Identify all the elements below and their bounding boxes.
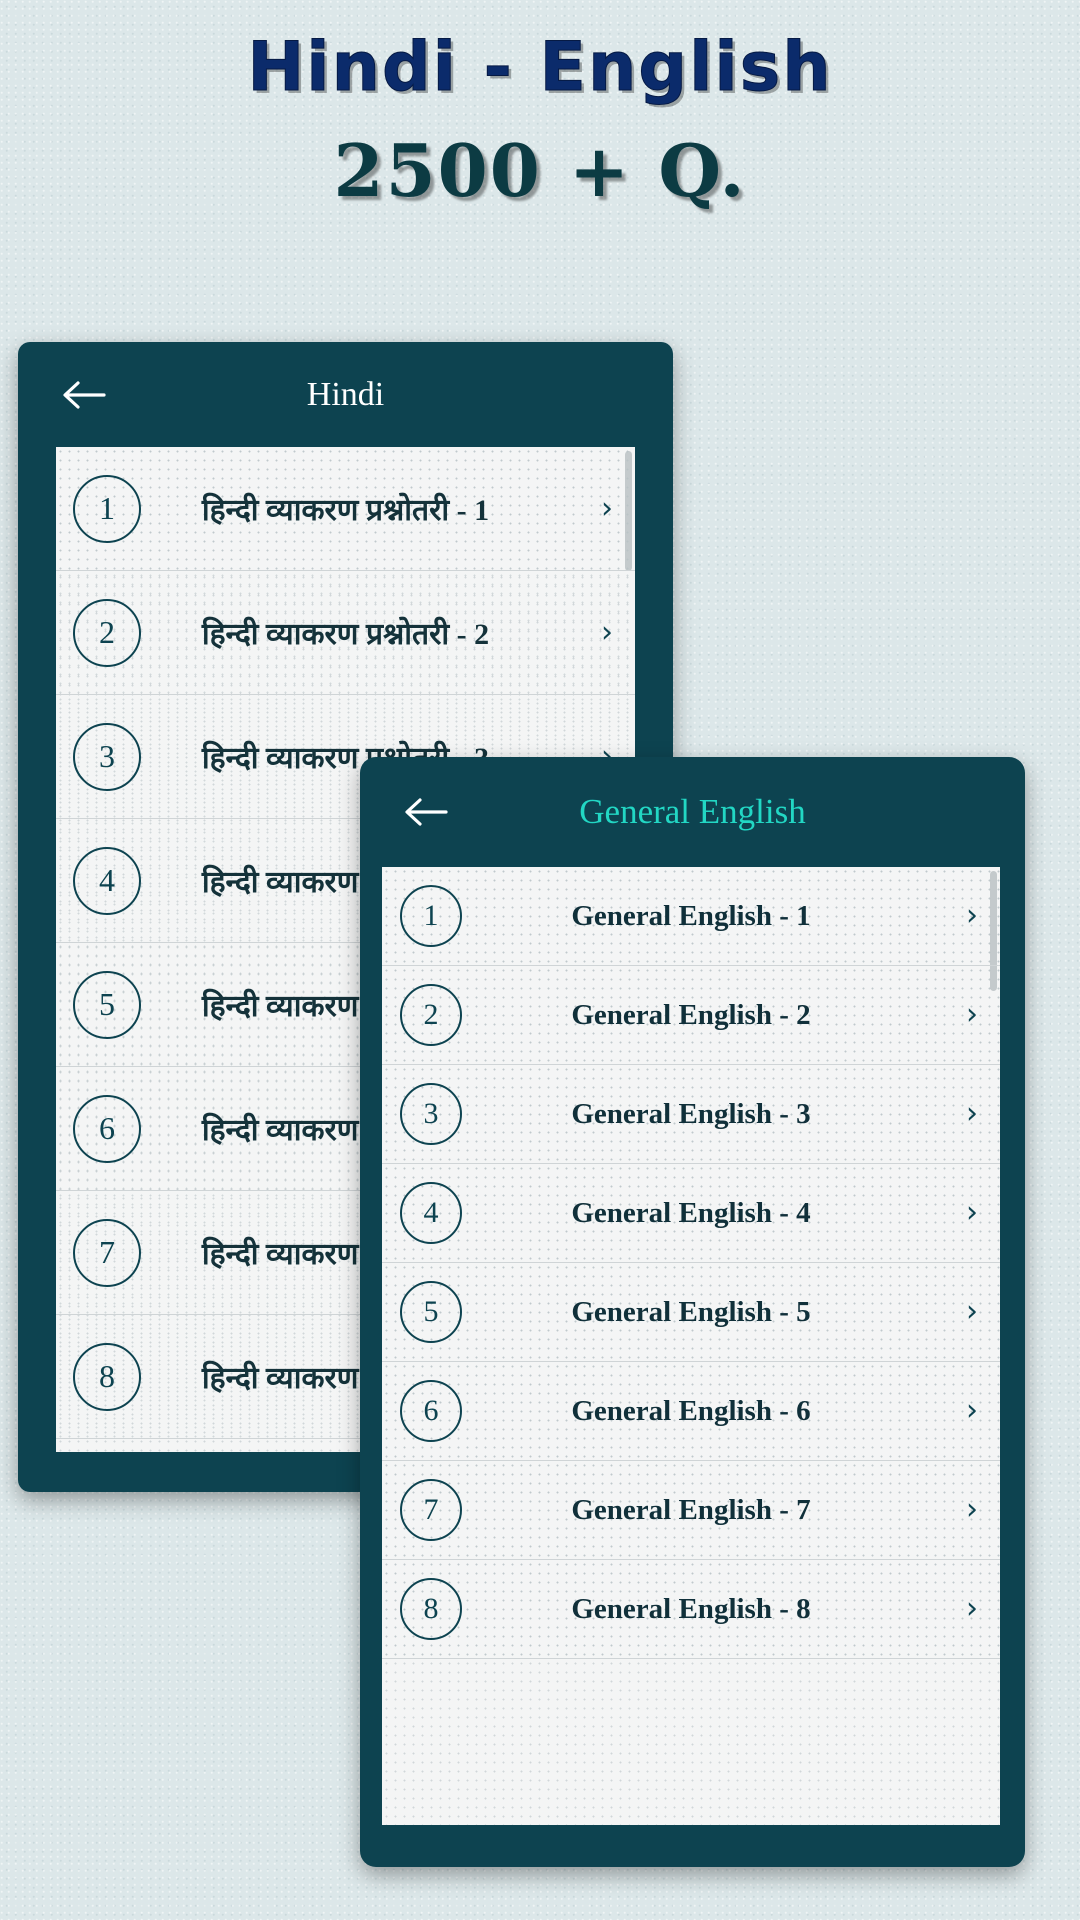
item-number: 6 bbox=[400, 1380, 462, 1442]
chevron-right-icon: › bbox=[966, 1096, 978, 1131]
chevron-right-icon: › bbox=[966, 898, 978, 933]
chevron-right-icon: › bbox=[966, 1195, 978, 1230]
item-number: 8 bbox=[73, 1342, 141, 1411]
arrow-left-icon[interactable] bbox=[60, 372, 106, 418]
item-number: 1 bbox=[400, 885, 462, 947]
item-number: 4 bbox=[400, 1182, 462, 1244]
arrow-left-icon[interactable] bbox=[402, 789, 448, 835]
list-item[interactable]: 4 General English - 4 › bbox=[382, 1164, 1000, 1263]
page-subtitle: 2500 + Q. bbox=[333, 128, 747, 213]
chevron-right-icon: › bbox=[966, 1591, 978, 1626]
chevron-right-icon: › bbox=[966, 997, 978, 1032]
list-item[interactable]: 1 General English - 1 › bbox=[382, 867, 1000, 966]
list-item[interactable]: 8 General English - 8 › bbox=[382, 1560, 1000, 1659]
chevron-right-icon: › bbox=[601, 490, 613, 526]
item-label: General English - 7 bbox=[571, 1493, 811, 1526]
english-app-card: General English 1 General English - 1 › … bbox=[360, 757, 1025, 1867]
item-label: General English - 1 bbox=[571, 899, 811, 932]
list-item[interactable]: 2 हिन्दी व्याकरण प्रश्नोतरी - 2 › bbox=[56, 571, 635, 695]
item-number: 5 bbox=[73, 970, 141, 1039]
item-label: General English - 3 bbox=[571, 1097, 811, 1130]
english-app-bar: General English bbox=[360, 757, 1025, 867]
chevron-right-icon: › bbox=[966, 1393, 978, 1428]
list-item[interactable]: 2 General English - 2 › bbox=[382, 966, 1000, 1065]
item-number: 7 bbox=[400, 1479, 462, 1541]
item-number: 2 bbox=[73, 598, 141, 667]
item-number: 4 bbox=[73, 846, 141, 915]
item-label: General English - 2 bbox=[571, 998, 811, 1031]
item-label: General English - 5 bbox=[571, 1295, 811, 1328]
item-number: 7 bbox=[73, 1218, 141, 1287]
english-chapter-list[interactable]: 1 General English - 1 › 2 General Englis… bbox=[382, 867, 1000, 1825]
list-item[interactable]: 3 General English - 3 › bbox=[382, 1065, 1000, 1164]
english-app-title: General English bbox=[579, 792, 806, 831]
page-title: Hindi - English bbox=[247, 28, 833, 108]
item-number: 1 bbox=[73, 474, 141, 543]
list-item[interactable]: 6 General English - 6 › bbox=[382, 1362, 1000, 1461]
item-number: 3 bbox=[400, 1083, 462, 1145]
list-item[interactable]: 7 General English - 7 › bbox=[382, 1461, 1000, 1560]
list-item[interactable]: 5 General English - 5 › bbox=[382, 1263, 1000, 1362]
item-number: 2 bbox=[400, 984, 462, 1046]
item-number: 8 bbox=[400, 1578, 462, 1640]
chevron-right-icon: › bbox=[601, 614, 613, 650]
chevron-right-icon: › bbox=[966, 1492, 978, 1527]
chevron-right-icon: › bbox=[966, 1294, 978, 1329]
item-label: हिन्दी व्याकरण प्रश्नोतरी - 1 bbox=[201, 494, 490, 527]
item-label: हिन्दी व्याकरण प्रश्नोतरी - 2 bbox=[201, 618, 490, 651]
item-label: General English - 8 bbox=[571, 1592, 811, 1625]
item-number: 6 bbox=[73, 1094, 141, 1163]
item-number: 5 bbox=[400, 1281, 462, 1343]
hindi-app-bar: Hindi bbox=[18, 342, 673, 447]
hindi-app-title: Hindi bbox=[306, 375, 385, 413]
list-item[interactable]: 1 हिन्दी व्याकरण प्रश्नोतरी - 1 › bbox=[56, 447, 635, 571]
item-label: General English - 4 bbox=[571, 1196, 811, 1229]
item-label: General English - 6 bbox=[571, 1394, 811, 1427]
item-number: 3 bbox=[73, 722, 141, 791]
